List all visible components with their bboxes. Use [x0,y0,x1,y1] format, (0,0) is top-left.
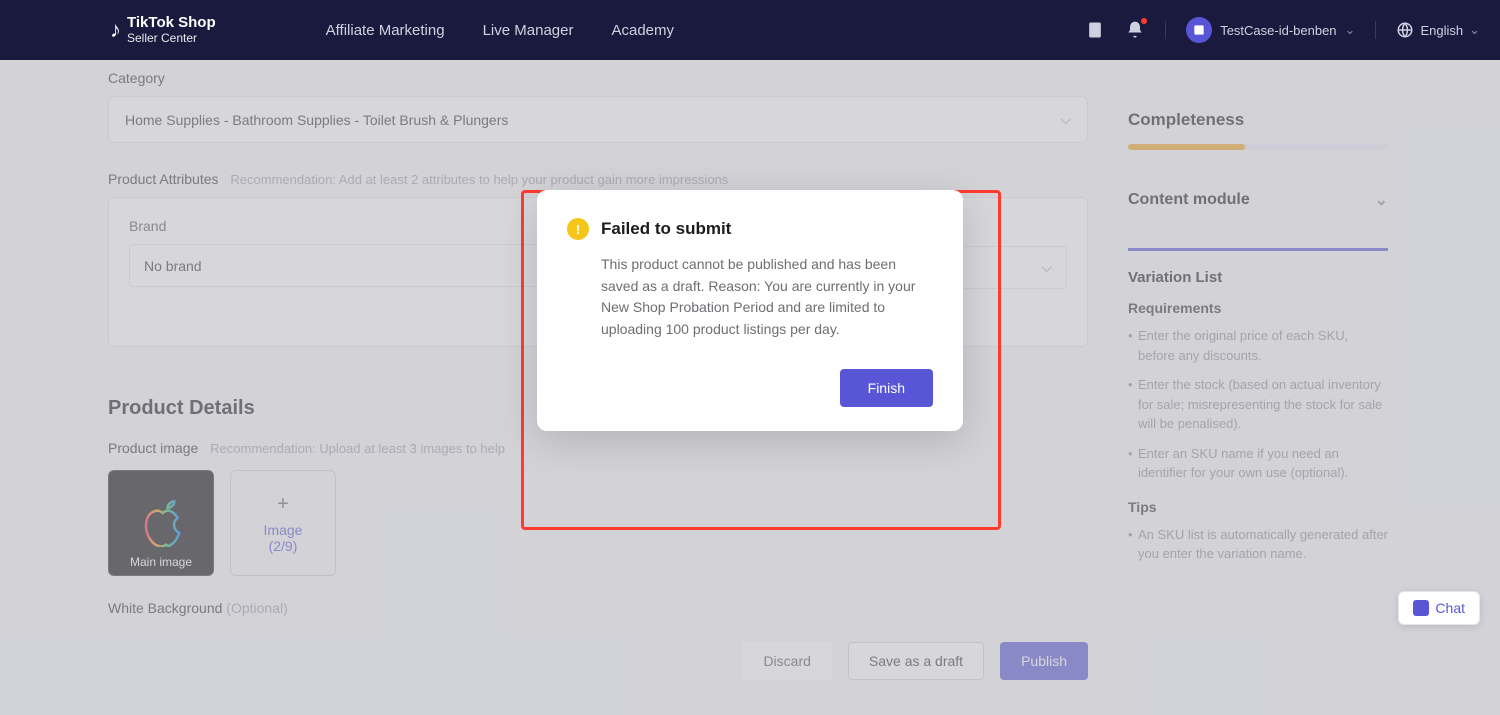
brand-logo[interactable]: ♪ TikTok Shop Seller Center [110,15,216,45]
error-modal: ! Failed to submit This product cannot b… [537,190,963,431]
modal-overlay: ! Failed to submit This product cannot b… [0,60,1500,715]
clipboard-icon[interactable] [1085,20,1105,40]
brand-line1: TikTok Shop [127,15,216,32]
nav-live-manager[interactable]: Live Manager [483,22,574,39]
nav-academy[interactable]: Academy [611,22,674,39]
globe-icon [1396,21,1414,39]
brand-line2: Seller Center [127,32,216,45]
chat-button[interactable]: Chat [1398,591,1480,625]
finish-button[interactable]: Finish [840,369,933,407]
top-nav: Affiliate Marketing Live Manager Academy [326,22,674,39]
user-name: TestCase-id-benben [1220,23,1336,38]
user-menu[interactable]: TestCase-id-benben ⌄ [1186,17,1355,43]
nav-affiliate[interactable]: Affiliate Marketing [326,22,445,39]
divider [1375,21,1376,39]
avatar [1186,17,1212,43]
chevron-down-icon: ⌄ [1469,22,1480,38]
warning-icon: ! [567,218,589,240]
bell-icon[interactable] [1125,20,1145,40]
notification-dot [1141,18,1147,24]
app-header: ♪ TikTok Shop Seller Center Affiliate Ma… [0,0,1500,60]
divider [1165,21,1166,39]
language-label: English [1420,23,1463,38]
chat-icon [1413,600,1429,616]
chat-label: Chat [1435,600,1465,616]
language-menu[interactable]: English ⌄ [1396,21,1480,39]
modal-title: Failed to submit [601,219,731,239]
modal-body: This product cannot be published and has… [567,254,933,341]
chevron-down-icon: ⌄ [1345,22,1356,38]
tiktok-icon: ♪ [110,18,121,42]
